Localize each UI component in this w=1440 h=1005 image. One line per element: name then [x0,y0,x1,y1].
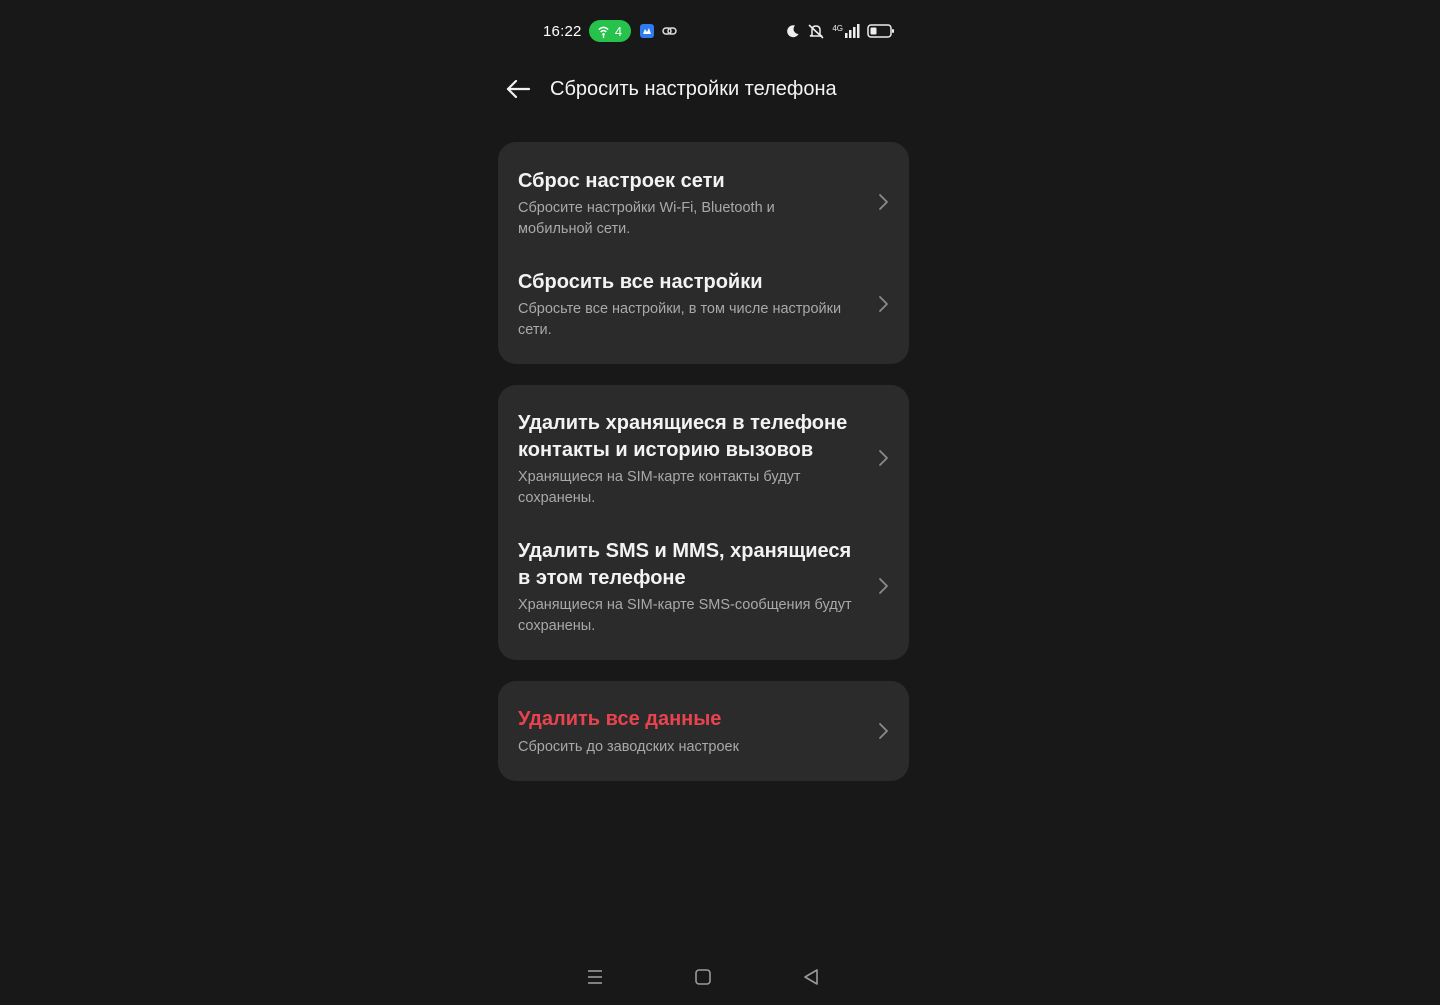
moon-icon [787,25,799,38]
status-time: 16:22 [543,22,582,40]
list-item-delete-sms[interactable]: Удалить SMS и MMS, хранящиеся в этом тел… [498,525,909,660]
item-title: Удалить SMS и MMS, хранящиеся в этом тел… [518,540,852,589]
chevron-right-icon [876,294,890,314]
link-icon [661,26,677,36]
item-subtitle: Сбросьте все настройки, в том числе наст… [518,301,842,338]
signal-icon [845,24,860,38]
chevron-right-icon [876,576,890,596]
item-title: Удалить хранящиеся в телефоне контакты и… [518,412,848,461]
list-item-reset-all-settings[interactable]: Сбросить все настройки Сбросьте все наст… [498,252,909,364]
settings-card-factory-reset: Удалить все данные Сбросить до заводских… [498,681,909,781]
hotspot-icon [598,26,609,38]
battery-icon [867,24,894,38]
app-notification-icon [639,24,654,38]
home-button[interactable] [688,962,718,992]
chevron-right-icon [876,721,890,741]
hotspot-count: 4 [614,23,623,39]
list-item-delete-contacts[interactable]: Удалить хранящиеся в телефоне контакты и… [498,385,909,525]
signal-indicator: 4G [832,24,860,38]
item-subtitle: Сбросить до заводских настроек [518,739,739,755]
status-right-icons: 4G [786,23,895,39]
back-button[interactable] [500,71,536,107]
chevron-right-icon [876,192,890,212]
header: Сбросить настройки телефона [500,70,837,108]
arrow-left-icon [506,79,531,99]
back-triangle-icon [804,969,818,985]
home-icon [695,969,711,985]
recent-apps-button[interactable] [580,962,610,992]
item-subtitle: Хранящиеся на SIM-карте контакты будут с… [518,469,801,506]
chevron-right-icon [876,448,890,468]
list-item-reset-network[interactable]: Сброс настроек сети Сбросите настройки W… [498,142,909,252]
menu-icon [588,970,602,984]
navigation-bar [580,962,830,992]
settings-card-data: Удалить хранящиеся в телефоне контакты и… [498,385,909,660]
nav-back-button[interactable] [796,962,826,992]
hotspot-badge: 4 [588,20,631,42]
item-subtitle: Хранящиеся на SIM-карте SMS-сообщения бу… [518,597,852,634]
item-title-danger: Удалить все данные [518,708,722,730]
item-subtitle: Сбросите настройки Wi-Fi, Bluetooth и мо… [518,200,775,237]
mute-icon [808,24,824,39]
page-title: Сбросить настройки телефона [550,77,837,100]
item-title: Сбросить все настройки [518,271,763,293]
list-item-erase-all-data[interactable]: Удалить все данные Сбросить до заводских… [498,681,909,781]
network-type: 4G [832,24,843,33]
phone-screen: 16:22 4 4G Сбросить настройки телефона С… [0,0,1440,1005]
item-title: Сброс настроек сети [518,170,725,192]
settings-card-network: Сброс настроек сети Сбросите настройки W… [498,142,909,364]
status-bar: 16:22 4 4G [543,18,895,44]
